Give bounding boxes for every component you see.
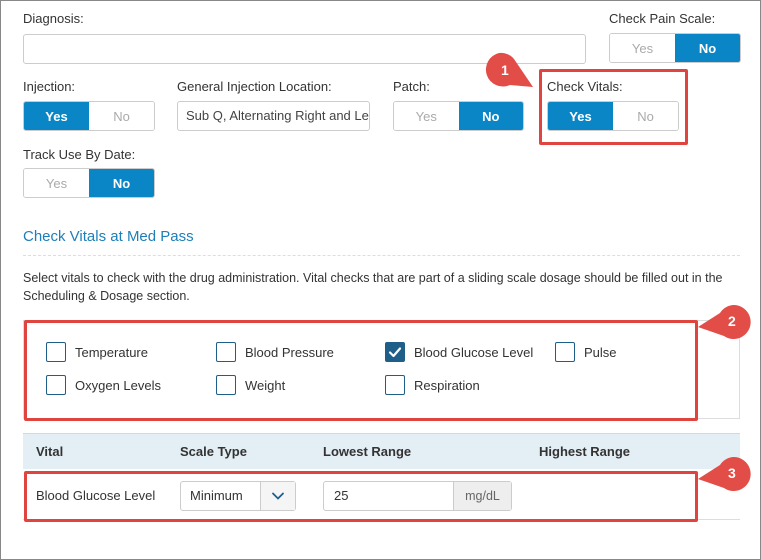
track-use-by-date-no-button[interactable]: No xyxy=(89,169,154,197)
highlight-box-2 xyxy=(24,320,698,421)
callout-number-1: 1 xyxy=(501,62,509,78)
injection-yes-button[interactable]: Yes xyxy=(24,102,89,130)
callout-badge-1: 1 xyxy=(481,51,536,91)
callout-number-2: 2 xyxy=(728,313,736,329)
check-pain-scale-toggle: Yes No xyxy=(609,33,741,63)
track-use-by-date-label: Track Use By Date: xyxy=(23,147,136,162)
patch-label: Patch: xyxy=(393,79,430,94)
highlight-box-1 xyxy=(539,69,688,145)
check-pain-scale-yes-button[interactable]: Yes xyxy=(610,34,675,62)
header-highest-range: Highest Range xyxy=(539,444,631,459)
patch-no-button[interactable]: No xyxy=(458,102,523,130)
injection-toggle: Yes No xyxy=(23,101,155,131)
check-pain-scale-no-button[interactable]: No xyxy=(675,34,740,62)
diagnosis-label: Diagnosis: xyxy=(23,11,84,26)
patch-yes-button[interactable]: Yes xyxy=(394,102,459,130)
patch-toggle: Yes No xyxy=(393,101,524,131)
section-description: Select vitals to check with the drug adm… xyxy=(23,271,723,303)
check-pain-scale-label: Check Pain Scale: xyxy=(609,11,716,26)
section-divider xyxy=(23,255,740,256)
header-lowest-range: Lowest Range xyxy=(323,444,412,459)
injection-label: Injection: xyxy=(23,79,76,94)
track-use-by-date-toggle: Yes No xyxy=(23,168,155,198)
callout-badge-2: 2 xyxy=(696,303,752,341)
header-scale-type: Scale Type xyxy=(180,444,247,459)
general-injection-location-label: General Injection Location: xyxy=(177,79,332,94)
track-use-by-date-yes-button[interactable]: Yes xyxy=(24,169,89,197)
general-injection-location-input[interactable]: Sub Q, Alternating Right and Le xyxy=(177,101,370,131)
injection-no-button[interactable]: No xyxy=(89,102,154,130)
callout-badge-3: 3 xyxy=(696,455,752,493)
highlight-box-3 xyxy=(24,471,698,522)
header-vital: Vital xyxy=(36,444,64,459)
section-title: Check Vitals at Med Pass xyxy=(23,228,194,245)
callout-number-3: 3 xyxy=(728,465,736,481)
